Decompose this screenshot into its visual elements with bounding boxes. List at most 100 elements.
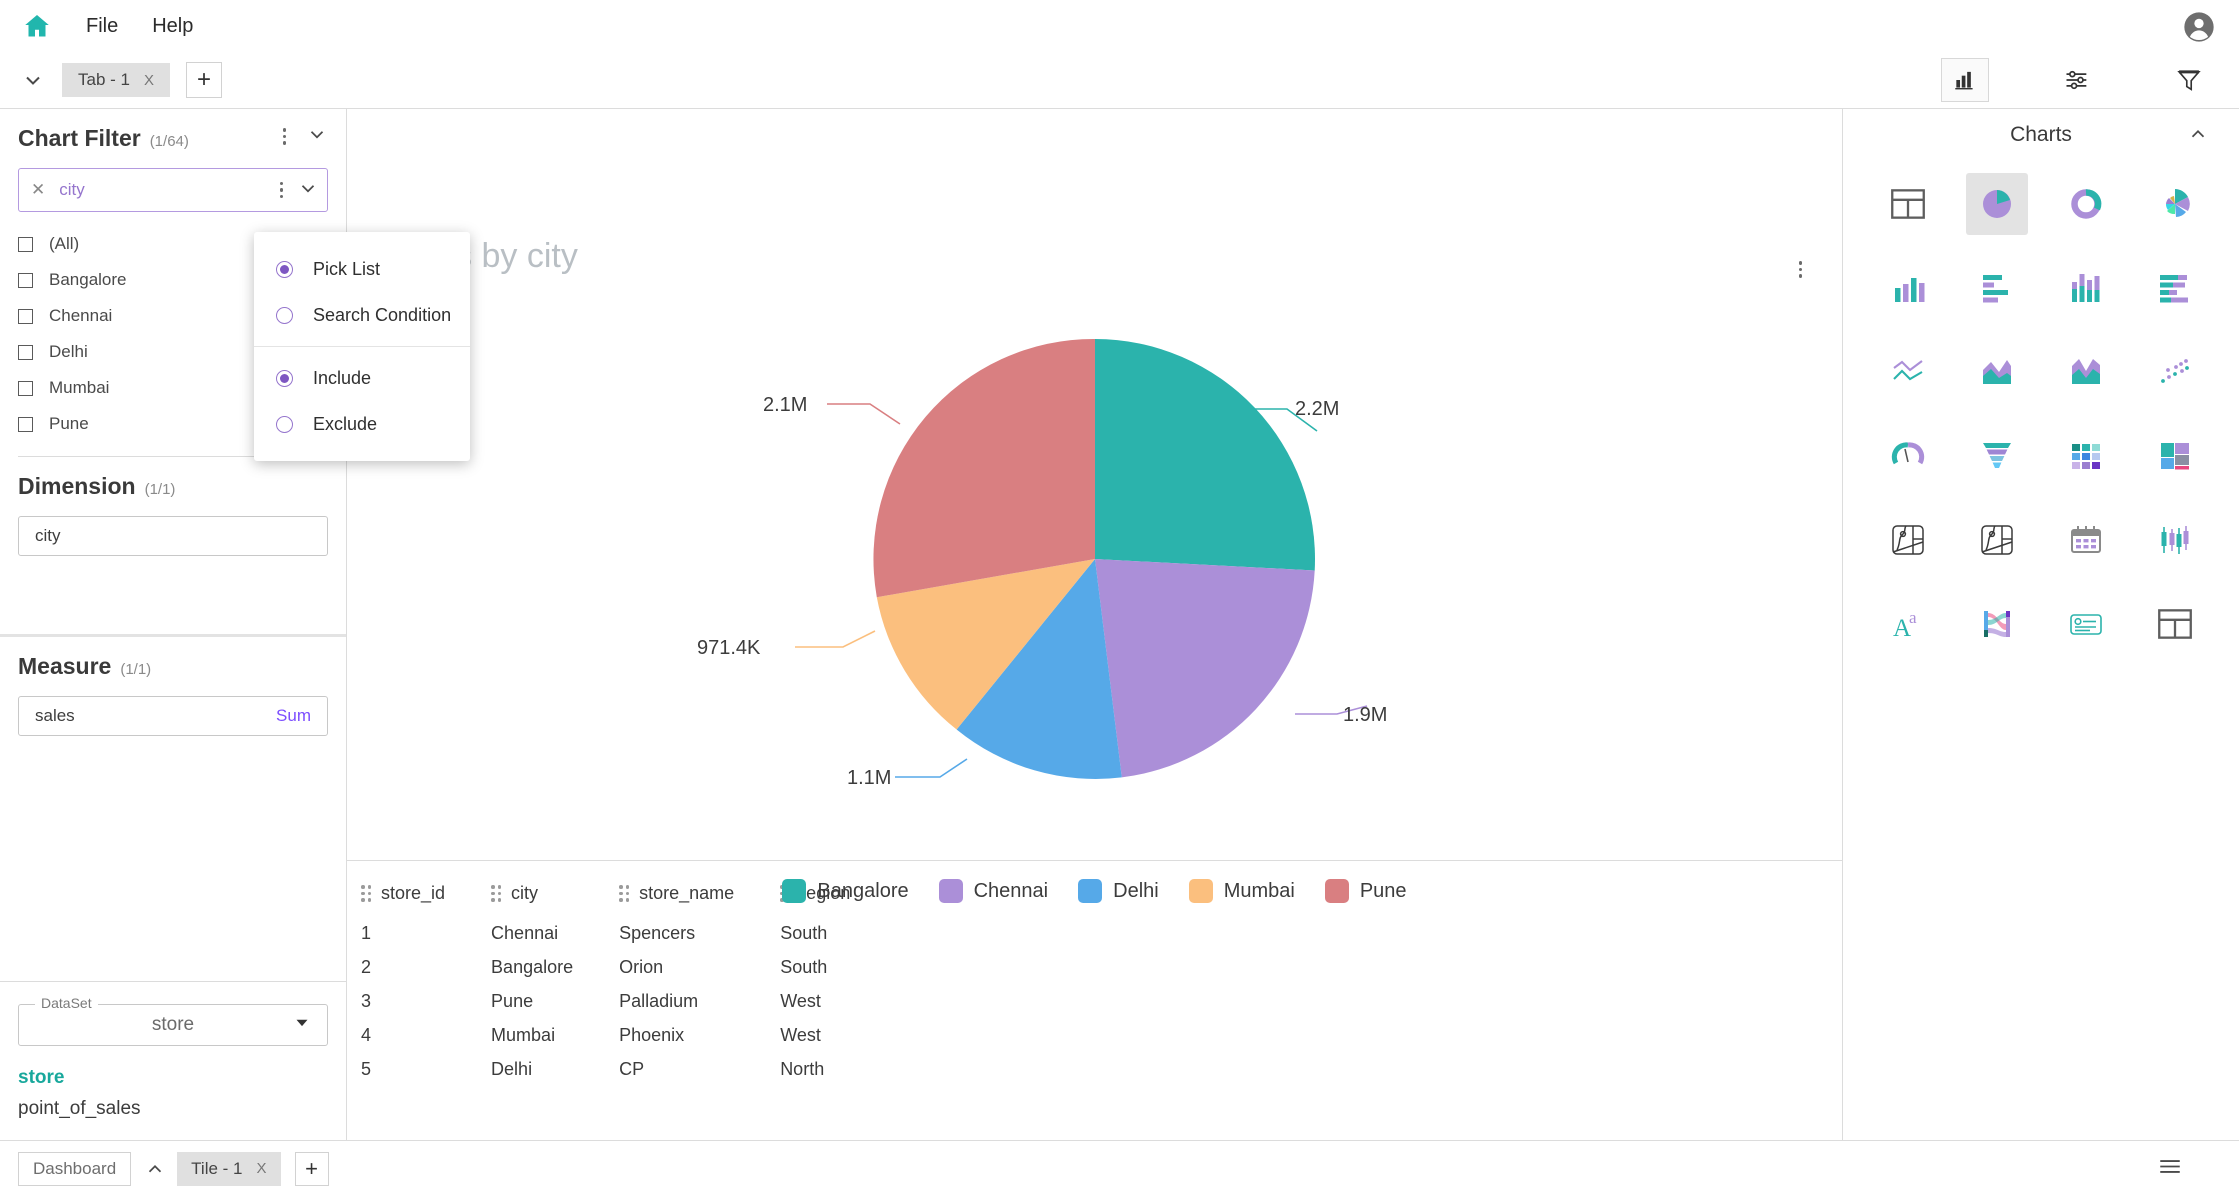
legend-label: Pune bbox=[1359, 879, 1407, 902]
menu-divider bbox=[254, 346, 470, 347]
bar-chart-icon[interactable] bbox=[1966, 257, 2028, 319]
donut-chart-icon[interactable] bbox=[2055, 173, 2117, 235]
pivot-table-icon[interactable] bbox=[2144, 593, 2206, 655]
filter-option-label: Delhi bbox=[49, 342, 88, 361]
chevron-up-icon[interactable] bbox=[139, 1153, 171, 1185]
home-icon[interactable] bbox=[22, 11, 52, 41]
dashboard-button[interactable]: Dashboard bbox=[18, 1151, 132, 1186]
chevron-down-icon[interactable] bbox=[297, 177, 319, 204]
dataset-table-store[interactable]: store bbox=[18, 1062, 328, 1093]
checkbox[interactable] bbox=[18, 272, 33, 288]
dataset-select[interactable]: DataSet store bbox=[18, 995, 328, 1046]
scatter-plot-icon[interactable] bbox=[2144, 341, 2206, 403]
right-panel: Charts A a bbox=[1842, 109, 2239, 1140]
filter-mode-menu[interactable]: Pick List Search Condition Include Exclu… bbox=[254, 232, 470, 461]
checkbox[interactable] bbox=[18, 344, 33, 360]
cell-store-id: 3 bbox=[361, 991, 372, 1011]
calendar-chart-icon[interactable] bbox=[2055, 509, 2117, 571]
legend-item-delhi[interactable]: Delhi bbox=[1078, 879, 1159, 903]
tile-1[interactable]: Tile - 1 X bbox=[177, 1151, 281, 1186]
legend-item-pune[interactable]: Pune bbox=[1324, 879, 1407, 903]
more-options-icon[interactable] bbox=[279, 124, 291, 149]
menu-item-search-condition[interactable]: Search Condition bbox=[254, 292, 470, 338]
radio-selected-icon[interactable] bbox=[276, 260, 293, 278]
stacked-area-chart-icon[interactable] bbox=[2055, 341, 2117, 403]
dimension-header: Dimension (1/1) bbox=[18, 473, 328, 500]
filter-option-label: (All) bbox=[49, 234, 80, 253]
menu-item-file[interactable]: File bbox=[86, 15, 118, 38]
checkbox[interactable] bbox=[18, 380, 33, 396]
filled-map-chart-icon[interactable] bbox=[1966, 509, 2028, 571]
table-row[interactable]: 3 Pune Palladium West bbox=[361, 986, 896, 1020]
chevron-down-icon[interactable] bbox=[306, 123, 328, 150]
gauge-chart-icon[interactable] bbox=[1877, 425, 1939, 487]
kpi-card-icon[interactable] bbox=[2055, 593, 2117, 655]
funnel-chart-icon[interactable] bbox=[1966, 425, 2028, 487]
legend-item-chennai[interactable]: Chennai bbox=[938, 879, 1048, 903]
menu-item-label: Include bbox=[313, 367, 372, 388]
radio-selected-icon[interactable] bbox=[276, 369, 293, 387]
legend-item-bangalore[interactable]: Bangalore bbox=[782, 879, 909, 903]
legend-label: Delhi bbox=[1113, 879, 1159, 902]
radio-unselected-icon[interactable] bbox=[276, 306, 293, 324]
stacked-column-chart-icon[interactable] bbox=[2055, 257, 2117, 319]
chart-legend: Bangalore Chennai Delhi Mumbai Pune bbox=[347, 879, 1842, 903]
legend-swatch bbox=[1188, 879, 1213, 903]
table-row[interactable]: 4 Mumbai Phoenix West bbox=[361, 1020, 896, 1054]
close-icon[interactable]: X bbox=[144, 72, 154, 89]
table-row[interactable]: 5 Delhi CP North bbox=[361, 1054, 896, 1088]
legend-item-mumbai[interactable]: Mumbai bbox=[1188, 879, 1295, 903]
pie-slice-pune bbox=[872, 338, 1095, 598]
cell-region: West bbox=[780, 1025, 821, 1045]
stacked-bar-chart-icon[interactable] bbox=[2144, 257, 2206, 319]
checkbox[interactable] bbox=[18, 416, 33, 432]
treemap-icon[interactable] bbox=[2144, 425, 2206, 487]
menu-item-exclude[interactable]: Exclude bbox=[254, 401, 470, 447]
menu-item-help[interactable]: Help bbox=[152, 15, 193, 38]
close-icon[interactable]: X bbox=[257, 1160, 267, 1177]
filter-field-city[interactable]: ✕ city bbox=[18, 168, 328, 212]
dropdown-caret-icon[interactable] bbox=[291, 1012, 313, 1039]
column-chart-icon[interactable] bbox=[1877, 257, 1939, 319]
measure-item-sales[interactable]: sales Sum bbox=[18, 696, 328, 736]
dimension-item-city[interactable]: city bbox=[18, 516, 328, 556]
menu-item-pick-list[interactable]: Pick List bbox=[254, 246, 470, 292]
settings-sliders-icon[interactable] bbox=[2053, 58, 2101, 102]
menu-item-label: Exclude bbox=[313, 413, 378, 434]
checkbox[interactable] bbox=[18, 236, 33, 252]
table-row[interactable]: 1 Chennai Spencers South bbox=[361, 918, 896, 952]
menu-item-include[interactable]: Include bbox=[254, 355, 470, 401]
pie-chart-icon[interactable] bbox=[1965, 173, 2028, 235]
table-grid-icon[interactable] bbox=[1877, 173, 1939, 235]
add-tile-button[interactable]: + bbox=[294, 1151, 329, 1186]
data-table: store_id city store_name region 1 Chenna… bbox=[361, 883, 896, 1088]
tab-1[interactable]: Tab - 1 X bbox=[62, 63, 170, 97]
candlestick-chart-icon[interactable] bbox=[2144, 509, 2206, 571]
close-icon[interactable]: ✕ bbox=[31, 180, 45, 200]
rose-chart-icon[interactable] bbox=[2144, 173, 2206, 235]
measure-aggregation[interactable]: Sum bbox=[276, 706, 311, 726]
more-options-icon[interactable] bbox=[276, 178, 288, 203]
sankey-chart-icon[interactable] bbox=[1966, 593, 2028, 655]
area-chart-icon[interactable] bbox=[1966, 341, 2028, 403]
pie-chart-svg[interactable]: 2.2M 1.9M 1.1M 971.4K 2.1M bbox=[595, 259, 1595, 859]
hamburger-menu-icon[interactable] bbox=[2157, 1153, 2183, 1184]
heatmap-icon[interactable] bbox=[2055, 425, 2117, 487]
filter-funnel-icon[interactable] bbox=[2165, 58, 2213, 102]
table-row[interactable]: 2 Bangalore Orion South bbox=[361, 952, 896, 986]
chart-view-icon[interactable] bbox=[1941, 58, 1989, 102]
line-chart-icon[interactable] bbox=[1877, 341, 1939, 403]
dataset-table-point-of-sales[interactable]: point_of_sales bbox=[18, 1093, 328, 1124]
filter-option-label: Mumbai bbox=[49, 378, 110, 397]
radio-unselected-icon[interactable] bbox=[276, 415, 293, 433]
add-tab-button[interactable]: + bbox=[186, 62, 222, 98]
filter-option-label: Chennai bbox=[49, 306, 113, 325]
checkbox[interactable] bbox=[18, 308, 33, 324]
dimension-dropzone[interactable] bbox=[18, 556, 328, 634]
map-chart-icon[interactable] bbox=[1877, 509, 1939, 571]
chevron-down-icon[interactable] bbox=[16, 63, 50, 97]
tile-label: Tile - 1 bbox=[191, 1158, 243, 1178]
word-cloud-icon[interactable]: A a bbox=[1877, 593, 1939, 655]
chevron-up-icon[interactable] bbox=[2187, 123, 2209, 150]
avatar[interactable] bbox=[2183, 11, 2215, 43]
